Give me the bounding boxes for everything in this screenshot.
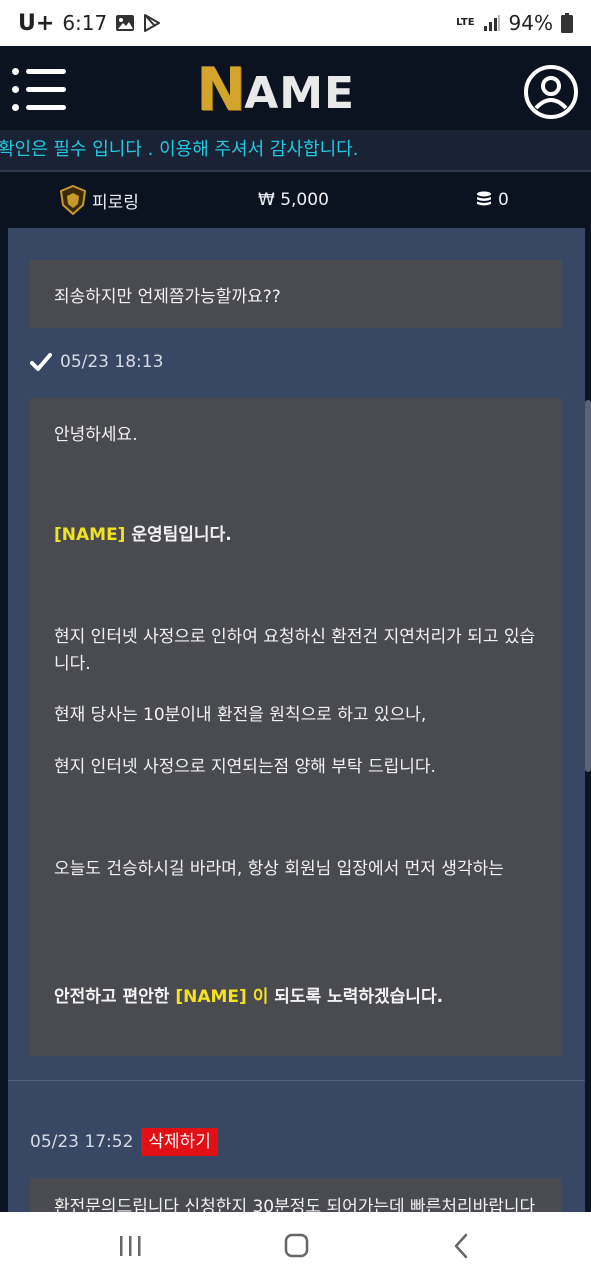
- closing-name: [NAME] 이: [175, 987, 269, 1007]
- system-nav-bar: [0, 1212, 591, 1280]
- logo-n: N: [196, 55, 246, 125]
- status-bar: U+ 6:17 LTE 94%: [0, 0, 591, 46]
- closing-prefix: 안전하고 편안한: [54, 987, 176, 1007]
- gallery-icon: [116, 15, 135, 31]
- logo-text: AME: [244, 68, 356, 119]
- battery-percent: 94%: [508, 11, 553, 35]
- level-label: 피로링: [92, 192, 139, 213]
- user-message-2-text: 환전문의드립니다 신청한지 30분정도 되어가는데 빠른처리바랍니다: [54, 1197, 536, 1212]
- answer-greeting: 안녕하세요.: [54, 425, 138, 445]
- back-icon[interactable]: [442, 1232, 482, 1260]
- home-icon[interactable]: [276, 1232, 316, 1260]
- answer-line-1: 현지 인터넷 사정으로 인하여 요청하신 환전건 지연처리가 되고 있습니다.: [54, 627, 536, 674]
- signal-icon: [483, 15, 500, 31]
- coin-stack-icon: [477, 191, 491, 206]
- user-message-2: 환전문의드립니다 신청한지 30분정도 되어가는데 빠른처리바랍니다: [30, 1178, 562, 1212]
- message-panel: 죄송하지만 언제쯤가능할까요?? 05/23 18:13 안녕하세요. [NAM…: [8, 172, 585, 1212]
- answer-line-4: 오늘도 건승하시길 바라며, 항상 회원님 입장에서 먼저 생각하는: [54, 859, 504, 879]
- site-logo[interactable]: N AME: [196, 60, 396, 120]
- recent-apps-icon[interactable]: [110, 1232, 150, 1260]
- answer-team-line: [NAME] 운영팀입니다.: [54, 522, 538, 549]
- check-icon: [30, 353, 52, 371]
- play-store-icon: [144, 14, 161, 32]
- closing-suffix: 되도록 노력하겠습니다.: [268, 987, 444, 1007]
- battery-icon: [561, 13, 573, 33]
- app-screen: U+ 6:17 LTE 94% N AME 확인은 필수 입니다 . 이용해 주…: [0, 0, 591, 1280]
- scrollbar[interactable]: [585, 400, 591, 772]
- divider: [8, 1080, 585, 1081]
- user-message: 죄송하지만 언제쯤가능할까요??: [30, 260, 562, 328]
- question-timestamp-row: 05/23 17:52 삭제하기: [30, 1128, 218, 1156]
- team-suffix: 운영팀입니다.: [125, 525, 232, 545]
- menu-button[interactable]: [12, 68, 68, 112]
- clock: 6:17: [62, 11, 108, 35]
- question-timestamp: 05/23 17:52: [30, 1132, 134, 1152]
- user-icon[interactable]: [523, 64, 579, 120]
- wallet-bar: 피로링 ₩ 5,000 0: [0, 172, 591, 228]
- user-level[interactable]: 피로링: [60, 172, 139, 228]
- balance-value: ₩ 5,000: [258, 190, 329, 210]
- ticker-text: 확인은 필수 입니다 . 이용해 주셔서 감사합니다.: [0, 139, 359, 160]
- carrier-label: U+: [18, 10, 55, 36]
- points-value: 0: [498, 190, 509, 210]
- message-area[interactable]: 죄송하지만 언제쯤가능할까요?? 05/23 18:13 안녕하세요. [NAM…: [0, 172, 591, 1212]
- answer-timestamp: 05/23 18:13: [60, 352, 164, 372]
- notice-ticker: 확인은 필수 입니다 . 이용해 주셔서 감사합니다.: [0, 130, 591, 172]
- admin-answer: 안녕하세요. [NAME] 운영팀입니다. 현지 인터넷 사정으로 인하여 요청…: [30, 398, 562, 1056]
- team-name: [NAME]: [54, 525, 126, 545]
- network-type: LTE: [456, 17, 475, 28]
- user-message-text: 죄송하지만 언제쯤가능할까요??: [54, 287, 281, 307]
- answer-line-2: 현재 당사는 10분이내 환전을 원칙으로 하고 있으나,: [54, 705, 427, 725]
- answer-line-3: 현지 인터넷 사정으로 지연되는점 양해 부탁 드립니다.: [54, 757, 436, 777]
- level-badge-icon: [60, 185, 86, 215]
- app-header: N AME: [0, 46, 591, 130]
- balance[interactable]: ₩ 5,000: [258, 172, 329, 228]
- answer-closing: 안전하고 편안한 [NAME] 이 되도록 노력하겠습니다.: [54, 984, 538, 1011]
- answer-timestamp-row: 05/23 18:13: [30, 350, 163, 374]
- delete-button[interactable]: 삭제하기: [141, 1128, 218, 1156]
- points[interactable]: 0: [476, 172, 509, 228]
